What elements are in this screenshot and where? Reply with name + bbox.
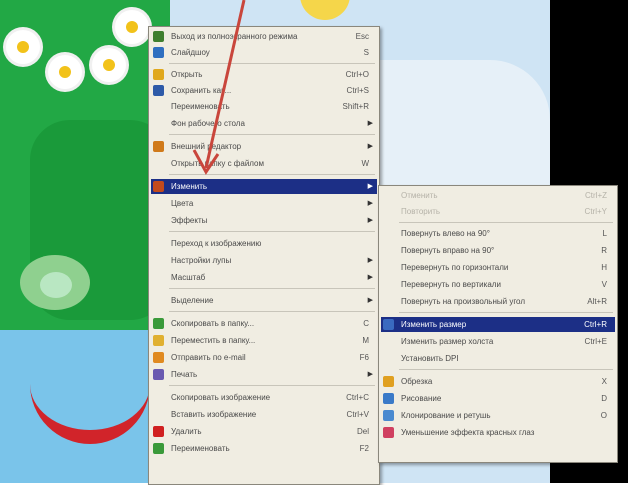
annotation-arrow (192, 0, 246, 175)
annotation-arrow-head (192, 149, 220, 175)
annotation-arrow-line (204, 0, 246, 169)
